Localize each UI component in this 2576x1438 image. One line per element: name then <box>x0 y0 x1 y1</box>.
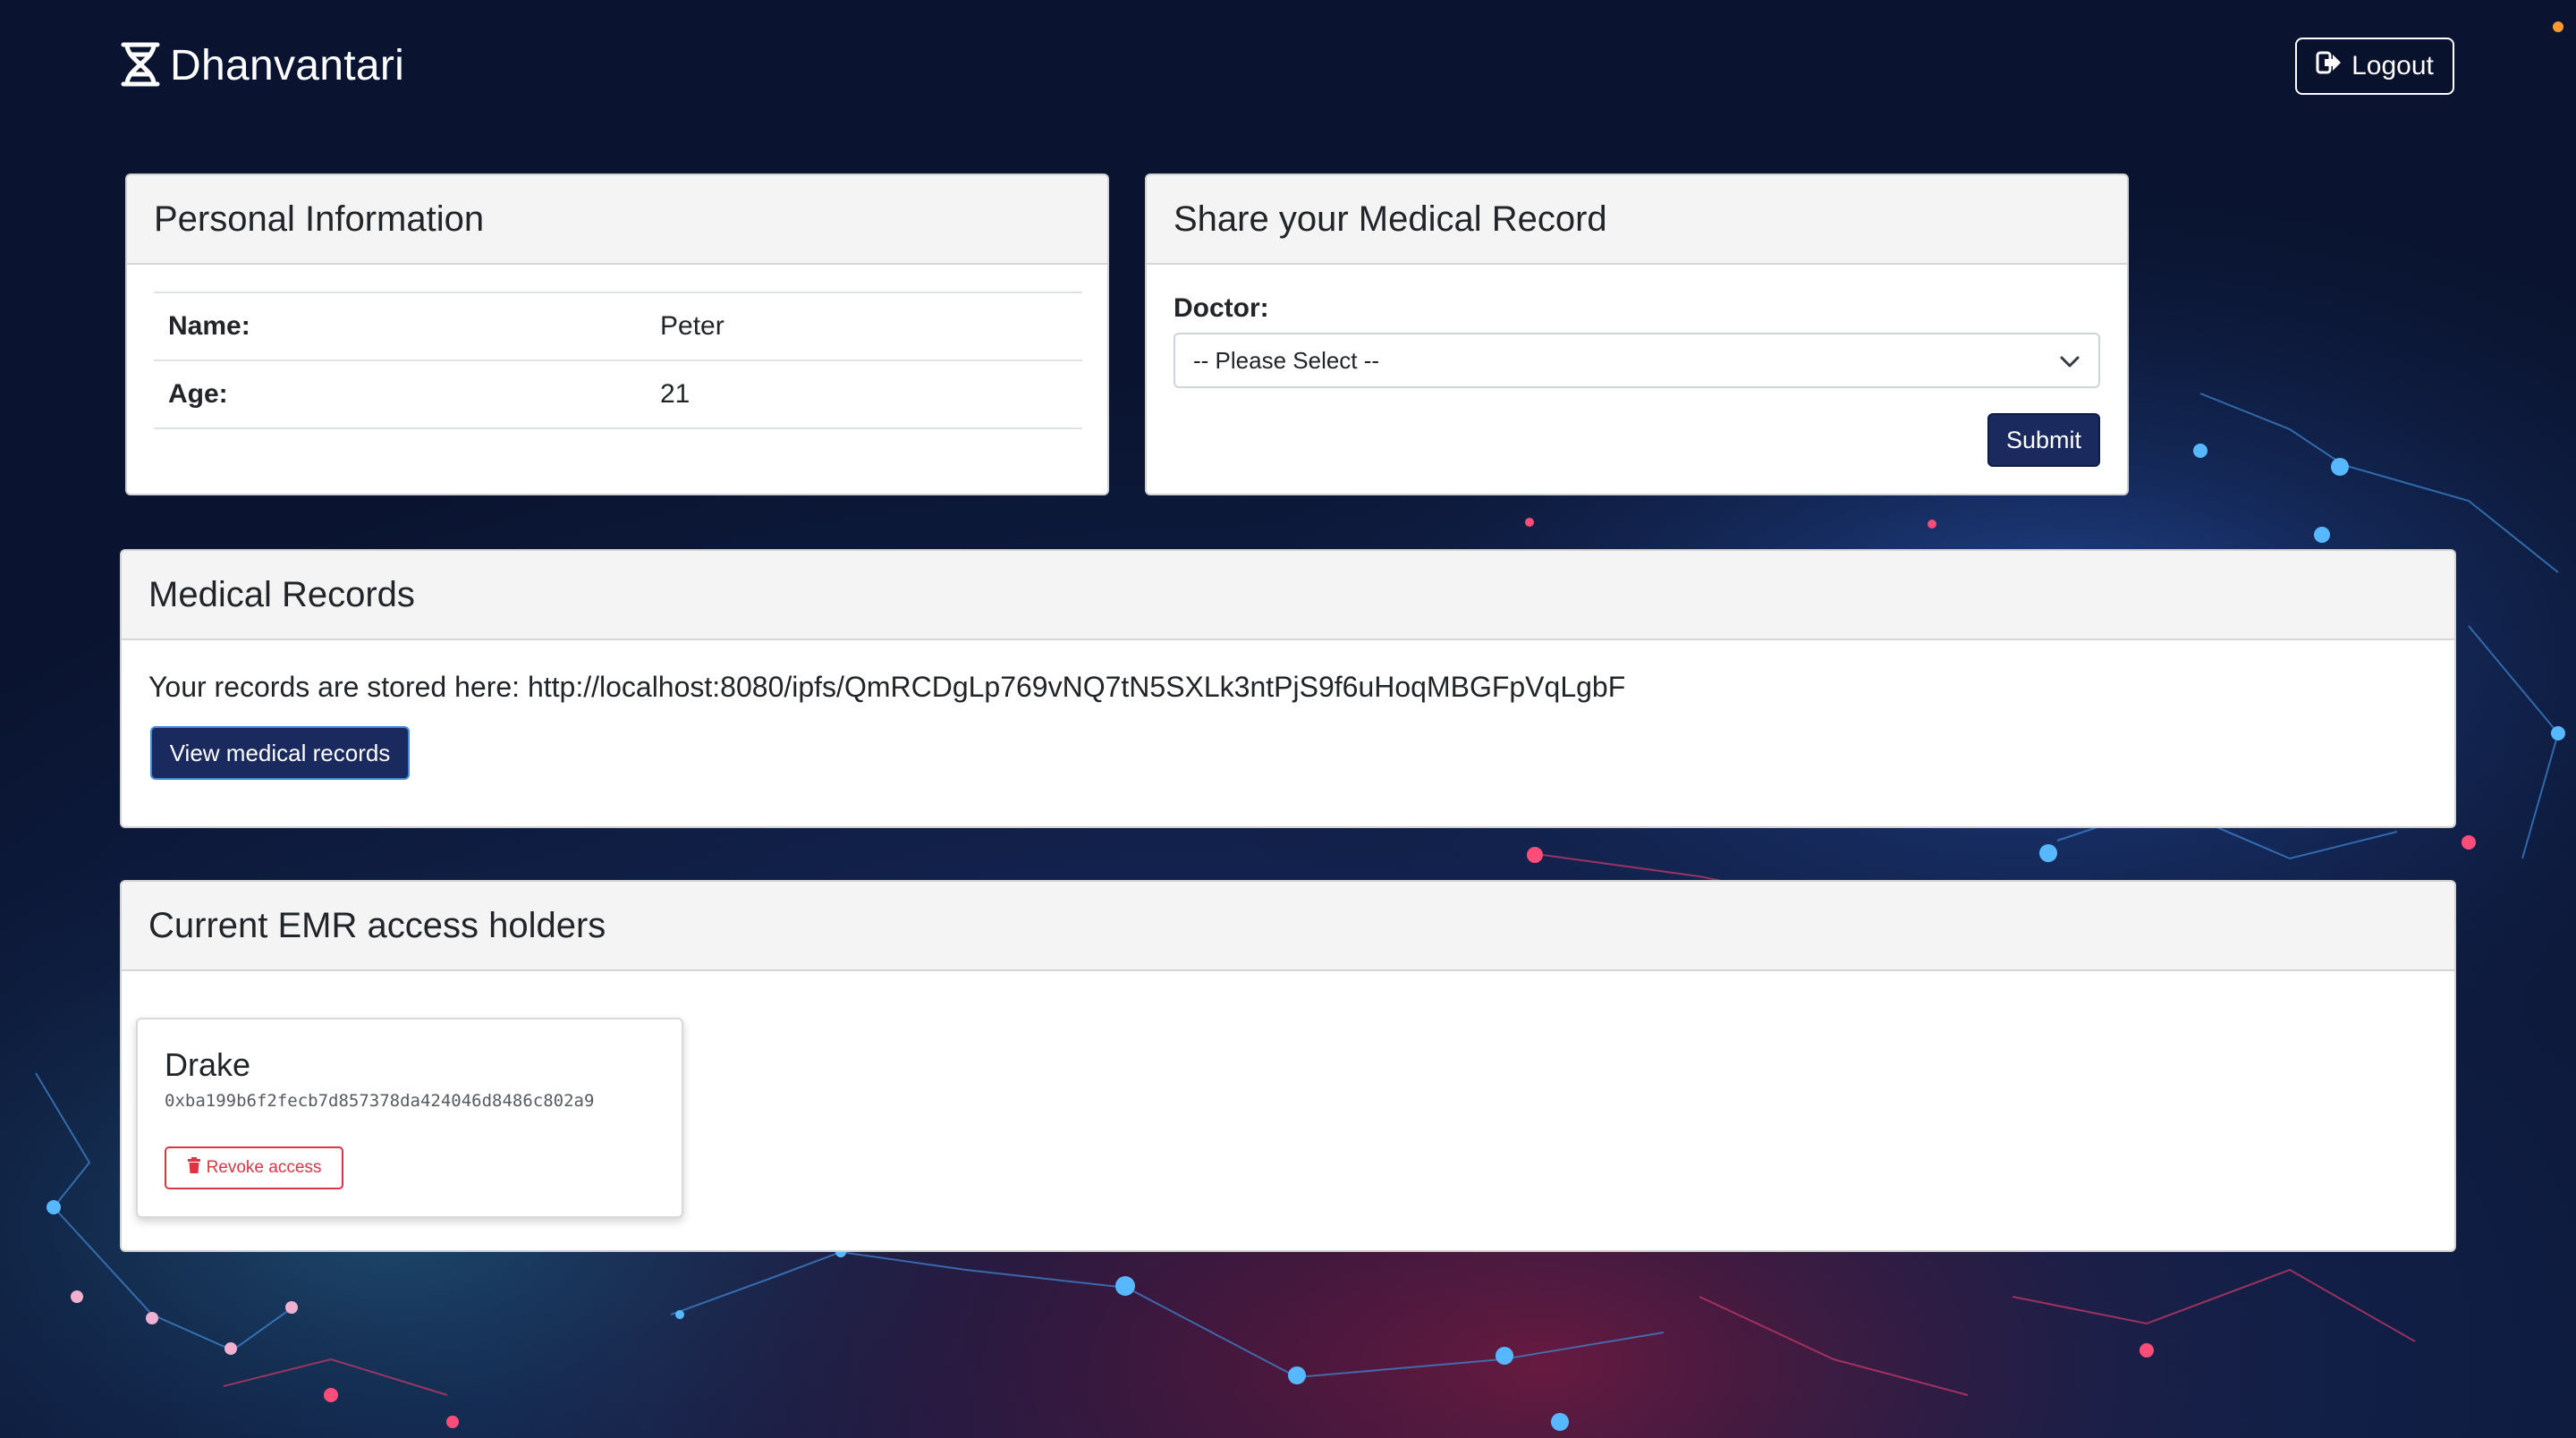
revoke-access-label: Revoke access <box>206 1158 322 1177</box>
logout-label: Logout <box>2351 51 2434 80</box>
logout-icon <box>2316 50 2343 82</box>
medical-records-title: Medical Records <box>122 551 2454 640</box>
brand[interactable]: Dhanvantari <box>120 39 404 93</box>
doctor-select[interactable]: -- Please Select -- <box>1174 333 2100 388</box>
dna-logo-icon <box>120 42 161 91</box>
doctor-select-value: -- Please Select -- <box>1193 346 1380 374</box>
chevron-down-icon <box>2057 349 2082 380</box>
name-label: Name: <box>168 311 250 341</box>
holder-address: 0xba199b6f2fecb7d857378da424046d8486c802… <box>165 1091 595 1111</box>
personal-information-title: Personal Information <box>127 175 1107 265</box>
trash-icon <box>187 1157 201 1179</box>
medical-records-card: Medical Records Your records are stored … <box>120 549 2456 828</box>
share-record-card: Share your Medical Record Doctor: -- Ple… <box>1145 173 2129 495</box>
age-label: Age: <box>168 379 228 409</box>
access-holders-card: Current EMR access holders Drake 0xba199… <box>120 880 2456 1252</box>
access-holder-card: Drake 0xba199b6f2fecb7d857378da424046d84… <box>136 1018 683 1218</box>
brand-name: Dhanvantari <box>170 42 405 89</box>
logout-button[interactable]: Logout <box>2295 38 2454 95</box>
personal-information-table: Name: Peter Age: 21 <box>154 292 1082 429</box>
doctor-label: Doctor: <box>1174 293 1269 323</box>
personal-information-card: Personal Information Name: Peter Age: 21 <box>125 173 1109 495</box>
access-holders-title: Current EMR access holders <box>122 882 2454 971</box>
records-location-text: Your records are stored here: http://loc… <box>148 671 1626 703</box>
share-record-title: Share your Medical Record <box>1147 175 2127 265</box>
table-row: Age: 21 <box>154 361 1082 429</box>
age-value: 21 <box>660 379 691 409</box>
holder-name: Drake <box>165 1046 251 1083</box>
name-value: Peter <box>660 311 724 341</box>
view-medical-records-button[interactable]: View medical records <box>150 726 410 780</box>
revoke-access-button[interactable]: Revoke access <box>165 1146 343 1189</box>
table-row: Name: Peter <box>154 293 1082 361</box>
submit-button[interactable]: Submit <box>1987 413 2100 467</box>
